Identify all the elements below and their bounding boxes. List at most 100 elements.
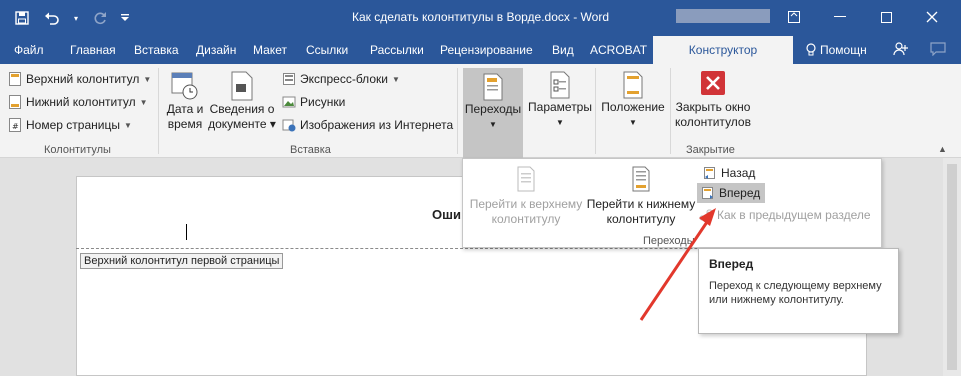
close-header-label: Закрыть окно колонтитулов xyxy=(675,100,751,129)
tooltip-body: Переход к следующему верхнему или нижнем… xyxy=(709,280,882,306)
position-button[interactable]: Положение ▼ xyxy=(598,70,668,130)
group-separator xyxy=(670,68,671,154)
help-button[interactable]: Помощн xyxy=(806,43,867,57)
position-icon xyxy=(623,71,643,99)
tooltip: Вперед Переход к следующему верхнему или… xyxy=(698,248,899,334)
ribbon-tabs: Файл Главная Вставка Дизайн Макет Ссылки… xyxy=(0,36,961,64)
goto-footer-button[interactable]: Перейти к нижнему колонтитулу xyxy=(585,165,697,227)
tab-file[interactable]: Файл xyxy=(14,43,44,57)
page-number-icon: # xyxy=(9,118,21,132)
vertical-scrollbar[interactable] xyxy=(943,158,961,376)
group-separator xyxy=(457,68,458,154)
chevron-down-icon: ▼ xyxy=(556,118,564,127)
link-previous-label: Как в предыдущем разделе xyxy=(717,208,871,222)
lightbulb-icon xyxy=(806,43,816,56)
ribbon: Верхний колонтитул ▼ Нижний колонтитул ▼ #… xyxy=(0,64,961,160)
date-time-label: Дата и время xyxy=(166,102,204,131)
forward-button[interactable]: Вперед xyxy=(697,183,765,203)
close-icon[interactable] xyxy=(909,6,955,28)
back-button[interactable]: Назад xyxy=(699,164,759,182)
share-user-icon[interactable] xyxy=(893,41,909,60)
tab-design[interactable]: Дизайн xyxy=(196,43,236,57)
doc-info-button[interactable]: Сведения о документе ▾ xyxy=(207,70,277,132)
doc-info-label: Сведения о документе ▾ xyxy=(208,102,276,131)
minimize-icon[interactable] xyxy=(817,6,863,28)
group-label-headers: Колонтитулы xyxy=(44,144,111,156)
ribbon-display-options-icon[interactable] xyxy=(771,6,817,28)
parameters-icon xyxy=(550,71,570,99)
maximize-icon[interactable] xyxy=(863,6,909,28)
tooltip-title: Вперед xyxy=(709,257,754,271)
page-number-button[interactable]: # Номер страницы ▼ xyxy=(8,118,132,132)
footer-button[interactable]: Нижний колонтитул ▼ xyxy=(8,95,148,109)
window-controls xyxy=(771,6,955,28)
goto-header-icon xyxy=(517,166,535,192)
navigation-icon xyxy=(483,73,503,101)
forward-label: Вперед xyxy=(719,186,761,200)
online-picture-icon xyxy=(282,119,296,132)
navigation-label: Переходы xyxy=(464,102,522,116)
close-header-icon xyxy=(701,71,725,95)
quick-parts-icon xyxy=(283,73,295,85)
tab-view[interactable]: Вид xyxy=(552,43,574,57)
chevron-down-icon: ▼ xyxy=(123,120,132,130)
navigation-dropdown: Перейти к верхнему колонтитулу Перейти к… xyxy=(462,158,882,248)
tab-review[interactable]: Рецензирование xyxy=(440,43,533,57)
parameters-button[interactable]: Параметры ▼ xyxy=(527,70,593,130)
tab-layout[interactable]: Макет xyxy=(253,43,287,57)
back-label: Назад xyxy=(721,166,756,180)
date-time-button[interactable]: Дата и время xyxy=(163,70,207,132)
goto-footer-label: Перейти к нижнему колонтитулу xyxy=(586,197,696,226)
tab-references[interactable]: Ссылки xyxy=(306,43,348,57)
back-icon xyxy=(704,167,715,179)
tab-constructor[interactable]: Конструктор xyxy=(653,36,793,64)
chevron-down-icon: ▼ xyxy=(143,74,152,84)
chevron-down-icon: ▼ xyxy=(489,120,497,129)
goto-footer-icon xyxy=(632,166,650,192)
tab-insert[interactable]: Вставка xyxy=(134,43,179,57)
close-header-footer-button[interactable]: Закрыть окно колонтитулов xyxy=(672,70,754,130)
comments-icon[interactable] xyxy=(930,42,946,59)
group-separator xyxy=(158,68,159,154)
svg-text:#: # xyxy=(12,122,19,131)
page-number-label: Номер страницы xyxy=(26,118,120,132)
tab-mailings[interactable]: Рассылки xyxy=(370,43,424,57)
header-tag: Верхний колонтитул первой страницы xyxy=(80,253,284,269)
header-button[interactable]: Верхний колонтитул ▼ xyxy=(8,72,151,86)
express-blocks-label: Экспресс-блоки xyxy=(300,72,388,86)
chevron-down-icon: ▼ xyxy=(629,118,637,127)
document-info-icon xyxy=(231,71,253,101)
document-heading: Оши xyxy=(432,207,461,222)
position-label: Положение xyxy=(601,100,665,114)
calendar-clock-icon xyxy=(171,72,198,100)
pictures-label: Рисунки xyxy=(300,95,346,109)
help-label: Помощн xyxy=(820,43,867,57)
goto-header-button[interactable]: Перейти к верхнему колонтитулу xyxy=(469,165,583,227)
footer-label: Нижний колонтитул xyxy=(26,95,136,109)
text-cursor xyxy=(186,224,187,240)
online-pictures-button[interactable]: Изображения из Интернета xyxy=(282,118,453,132)
tab-home[interactable]: Главная xyxy=(70,43,116,57)
header-label: Верхний колонтитул xyxy=(26,72,140,86)
chevron-down-icon: ▼ xyxy=(391,74,400,84)
express-blocks-button[interactable]: Экспресс-блоки ▼ xyxy=(282,72,400,86)
collapse-ribbon-icon[interactable]: ▲ xyxy=(938,144,947,154)
goto-header-label: Перейти к верхнему колонтитулу xyxy=(469,197,583,226)
forward-icon xyxy=(702,187,713,199)
link-to-previous-button[interactable]: Как в предыдущем разделе xyxy=(699,208,871,222)
tab-acrobat[interactable]: ACROBAT xyxy=(590,43,647,57)
header-icon xyxy=(9,72,21,86)
group-label-close: Закрытие xyxy=(686,144,735,156)
scrollbar-thumb[interactable] xyxy=(947,164,957,370)
link-icon xyxy=(699,209,713,221)
picture-icon xyxy=(282,96,296,108)
navigation-button[interactable]: Переходы ▼ xyxy=(463,68,523,160)
footer-icon xyxy=(9,95,21,109)
chevron-down-icon: ▼ xyxy=(139,97,148,107)
parameters-label: Параметры xyxy=(528,100,592,114)
dropdown-group-label: Переходы xyxy=(643,235,695,247)
pictures-button[interactable]: Рисунки xyxy=(282,95,345,109)
group-label-insert: Вставка xyxy=(290,144,331,156)
title-bar: ▾ Как сделать колонтитулы в Ворде.docx -… xyxy=(0,0,961,36)
account-area[interactable] xyxy=(676,9,770,23)
